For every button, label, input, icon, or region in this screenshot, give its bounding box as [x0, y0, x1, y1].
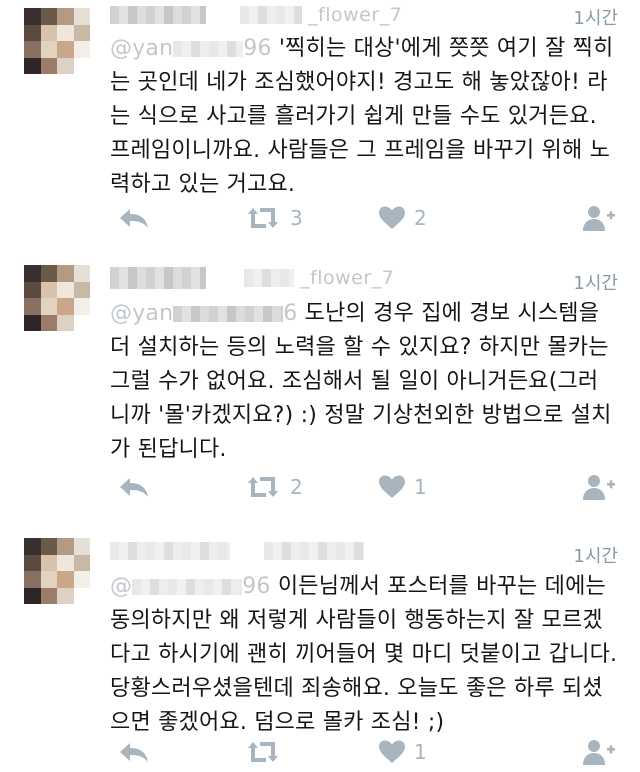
reply-icon	[120, 478, 148, 497]
tweet[interactable]: _flower_7 1시간 @yan 96 '찍히는 대상'에게 쯧쯧 여기 잘 …	[0, 0, 640, 252]
like-count: 1	[414, 740, 427, 764]
reply-button[interactable]	[118, 734, 150, 770]
mention-link[interactable]: @96	[110, 574, 271, 599]
heart-icon	[379, 475, 405, 498]
like-count: 1	[414, 475, 427, 499]
retweet-icon	[248, 742, 278, 762]
follow-button[interactable]	[582, 734, 616, 770]
handle-redacted	[244, 269, 294, 287]
retweet-count: 3	[290, 206, 303, 230]
action-bar: 3 2	[110, 200, 618, 236]
retweet-count: 2	[290, 475, 303, 499]
timestamp[interactable]: 1시간	[573, 4, 618, 30]
timestamp[interactable]: 1시간	[573, 542, 618, 568]
like-button[interactable]: 1	[378, 469, 427, 505]
retweet-button[interactable]: 3	[244, 200, 303, 236]
author-line	[110, 538, 364, 564]
retweet-button[interactable]	[244, 734, 290, 770]
author-line: _flower_7	[110, 265, 394, 291]
avatar[interactable]	[24, 538, 90, 604]
mention-link[interactable]: @yan 96	[110, 36, 272, 61]
tweet[interactable]: _flower_7 1시간 @yan 6 도난의 경우 집에 경보 시스템을 더 …	[0, 251, 640, 519]
avatar[interactable]	[24, 8, 90, 74]
action-bar: 2 1	[110, 469, 618, 505]
follow-button[interactable]	[582, 469, 616, 505]
author-line: _flower_7	[110, 2, 402, 28]
follow-button[interactable]	[582, 200, 616, 236]
tweet-text: @96 이든님께서 포스터를 바꾸는 데에는 동의하지만 왜 저렇게 사람들이 …	[110, 570, 618, 740]
like-count: 2	[414, 206, 427, 230]
tweet[interactable]: 1시간 @96 이든님께서 포스터를 바꾸는 데에는 동의하지만 왜 저렇게 사…	[0, 518, 640, 772]
reply-icon	[120, 209, 148, 228]
handle-redacted	[240, 6, 302, 24]
reply-button[interactable]	[118, 200, 150, 236]
tweet-text: @yan 96 '찍히는 대상'에게 쯧쯧 여기 잘 찍히는 곳인데 네가 조심했…	[110, 32, 618, 202]
heart-icon	[379, 740, 405, 763]
reply-icon	[120, 743, 148, 762]
like-button[interactable]: 2	[378, 200, 427, 236]
reply-button[interactable]	[118, 469, 150, 505]
like-button[interactable]: 1	[378, 734, 427, 770]
retweet-icon	[248, 208, 278, 228]
add-user-icon	[583, 206, 615, 231]
mention-redacted	[173, 41, 244, 57]
action-bar: 1	[110, 734, 618, 770]
tweet-text: @yan 6 도난의 경우 집에 경보 시스템을 더 설치하는 등의 노력을 할 …	[110, 297, 618, 467]
mention-redacted	[132, 579, 243, 595]
display-name-redacted	[110, 542, 230, 560]
author-handle: _flower_7	[300, 267, 395, 289]
display-name-redacted	[110, 267, 206, 289]
avatar[interactable]	[24, 265, 90, 331]
author-handle: _flower_7	[308, 4, 403, 26]
display-name-redacted	[110, 6, 206, 24]
add-user-icon	[583, 475, 615, 500]
mention-redacted	[173, 306, 284, 322]
retweet-icon	[248, 477, 278, 497]
add-user-icon	[583, 740, 615, 765]
handle-redacted	[264, 542, 364, 560]
retweet-button[interactable]: 2	[244, 469, 303, 505]
timestamp[interactable]: 1시간	[573, 269, 618, 295]
heart-icon	[379, 206, 405, 229]
mention-link[interactable]: @yan 6	[110, 301, 297, 326]
